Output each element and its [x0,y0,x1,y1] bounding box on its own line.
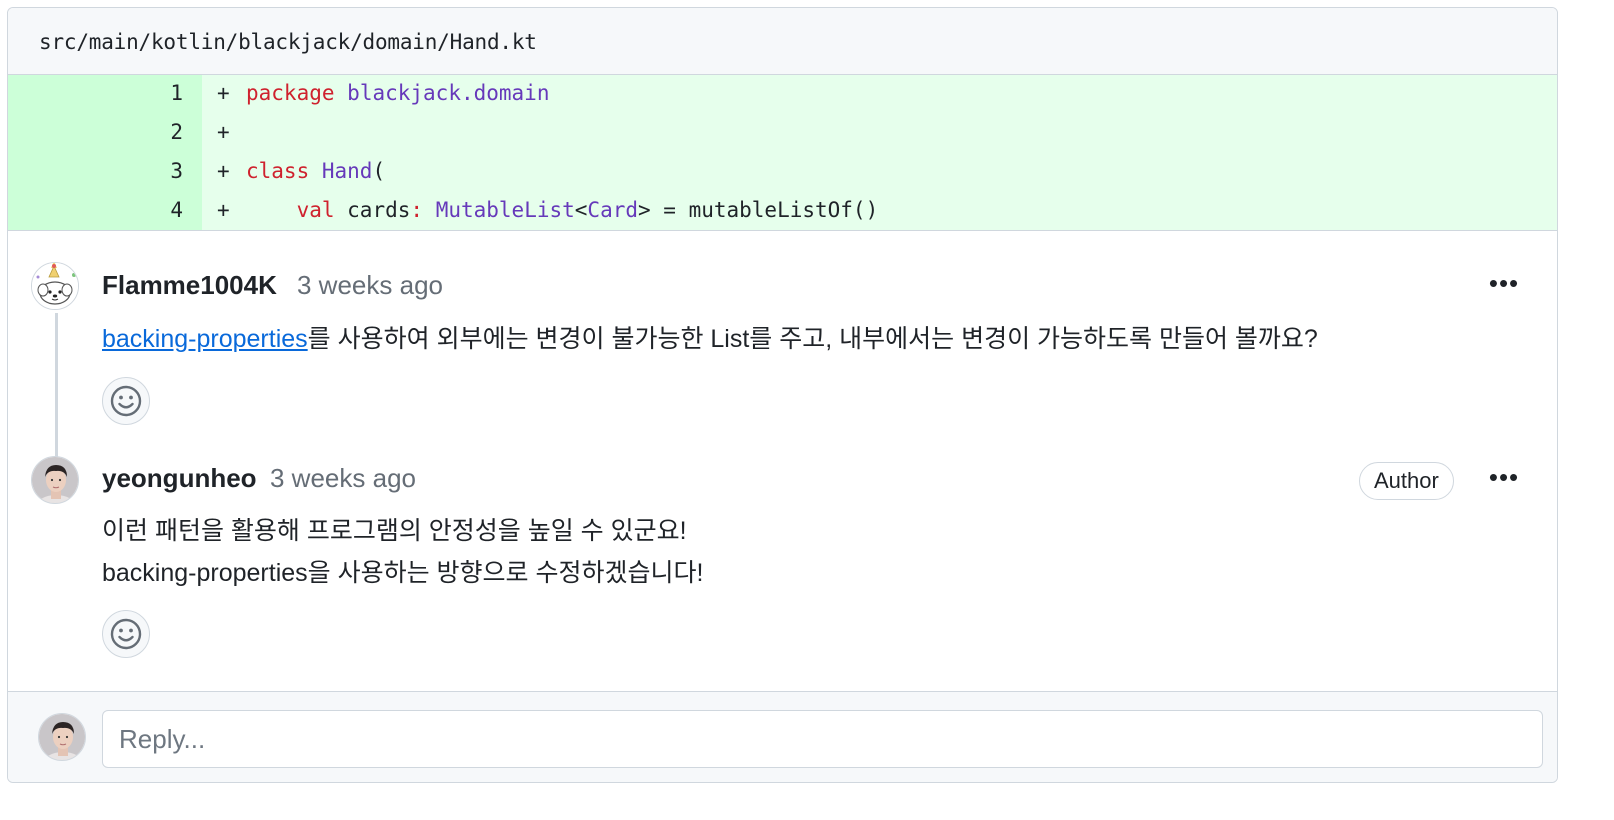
party-dog-avatar-icon [32,263,78,309]
review-thread: src/main/kotlin/blackjack/domain/Hand.kt… [7,7,1558,783]
comment-timestamp[interactable]: 3 weeks ago [297,270,443,301]
type-name: Card [587,198,638,222]
comment-body-line: backing-properties을 사용하는 방향으로 수정하겠습니다! [102,559,704,587]
keyword: val [296,198,335,222]
added-sign: + [217,198,230,222]
comment-author[interactable]: yeongunheo [102,463,257,494]
line-source: class Hand( [246,159,385,183]
type-name: MutableList [435,198,575,222]
comment-body: backing-properties를 사용하여 외부에는 변경이 불가능한 L… [102,318,1318,360]
avatar[interactable] [31,456,79,504]
line-source: val cards: MutableList<Card> = mutableLi… [246,198,879,222]
code-line: 2 + [8,114,1557,153]
kebab-horizontal-icon: ••• [1488,268,1520,298]
comment-body: 이런 패턴을 활용해 프로그램의 안정성을 높일 수 있군요! backing-… [102,510,703,594]
property-name: cards [334,198,411,222]
diff-code-block: 1 + package blackjack.domain 2 + 3 + cla… [8,75,1557,231]
smiley-icon [110,618,142,650]
current-user-avatar[interactable] [38,713,86,761]
text: > = mutableListOf() [638,198,879,222]
text [335,81,348,105]
add-reaction-button[interactable] [102,610,150,658]
code-line: 3 + class Hand( [8,153,1557,192]
colon: : [410,198,424,222]
backing-properties-link[interactable]: backing-properties [102,325,308,353]
line-number[interactable]: 1 [123,81,183,105]
reply-area [8,691,1557,782]
line-number[interactable]: 3 [123,159,183,183]
text: ( [372,159,386,183]
added-sign: + [217,120,230,144]
avatar[interactable] [31,262,79,310]
reply-input[interactable] [102,710,1543,768]
text [309,159,322,183]
added-sign: + [217,159,230,183]
file-path[interactable]: src/main/kotlin/blackjack/domain/Hand.kt [39,30,537,54]
comment-options-button[interactable]: ••• [1486,464,1522,496]
comment-author[interactable]: Flamme1004K [102,270,277,301]
comment-body-line: 이런 패턴을 활용해 프로그램의 안정성을 높일 수 있군요! [102,517,687,545]
package-name: blackjack.domain [347,81,550,105]
added-sign: + [217,81,230,105]
comment-options-button[interactable]: ••• [1486,270,1522,302]
file-header: src/main/kotlin/blackjack/domain/Hand.kt [8,8,1557,75]
person-avatar-icon [39,714,85,760]
thread-connector [55,313,58,458]
person-avatar-icon [32,457,78,503]
line-number[interactable]: 2 [123,120,183,144]
smiley-icon [110,385,142,417]
keyword: package [246,81,335,105]
add-reaction-button[interactable] [102,377,150,425]
author-badge: Author [1359,462,1454,500]
comment-timestamp[interactable]: 3 weeks ago [270,463,416,494]
code-line: 4 + val cards: MutableList<Card> = mutab… [8,192,1557,231]
line-number[interactable]: 4 [123,198,183,222]
class-name: Hand [321,159,373,183]
comment-body-text: 를 사용하여 외부에는 변경이 불가능한 List를 주고, 내부에서는 변경이… [307,325,1318,353]
kebab-horizontal-icon: ••• [1488,462,1520,492]
text: < [574,198,588,222]
keyword: class [246,159,310,183]
code-line: 1 + package blackjack.domain [8,75,1557,114]
line-source: package blackjack.domain [246,81,549,105]
